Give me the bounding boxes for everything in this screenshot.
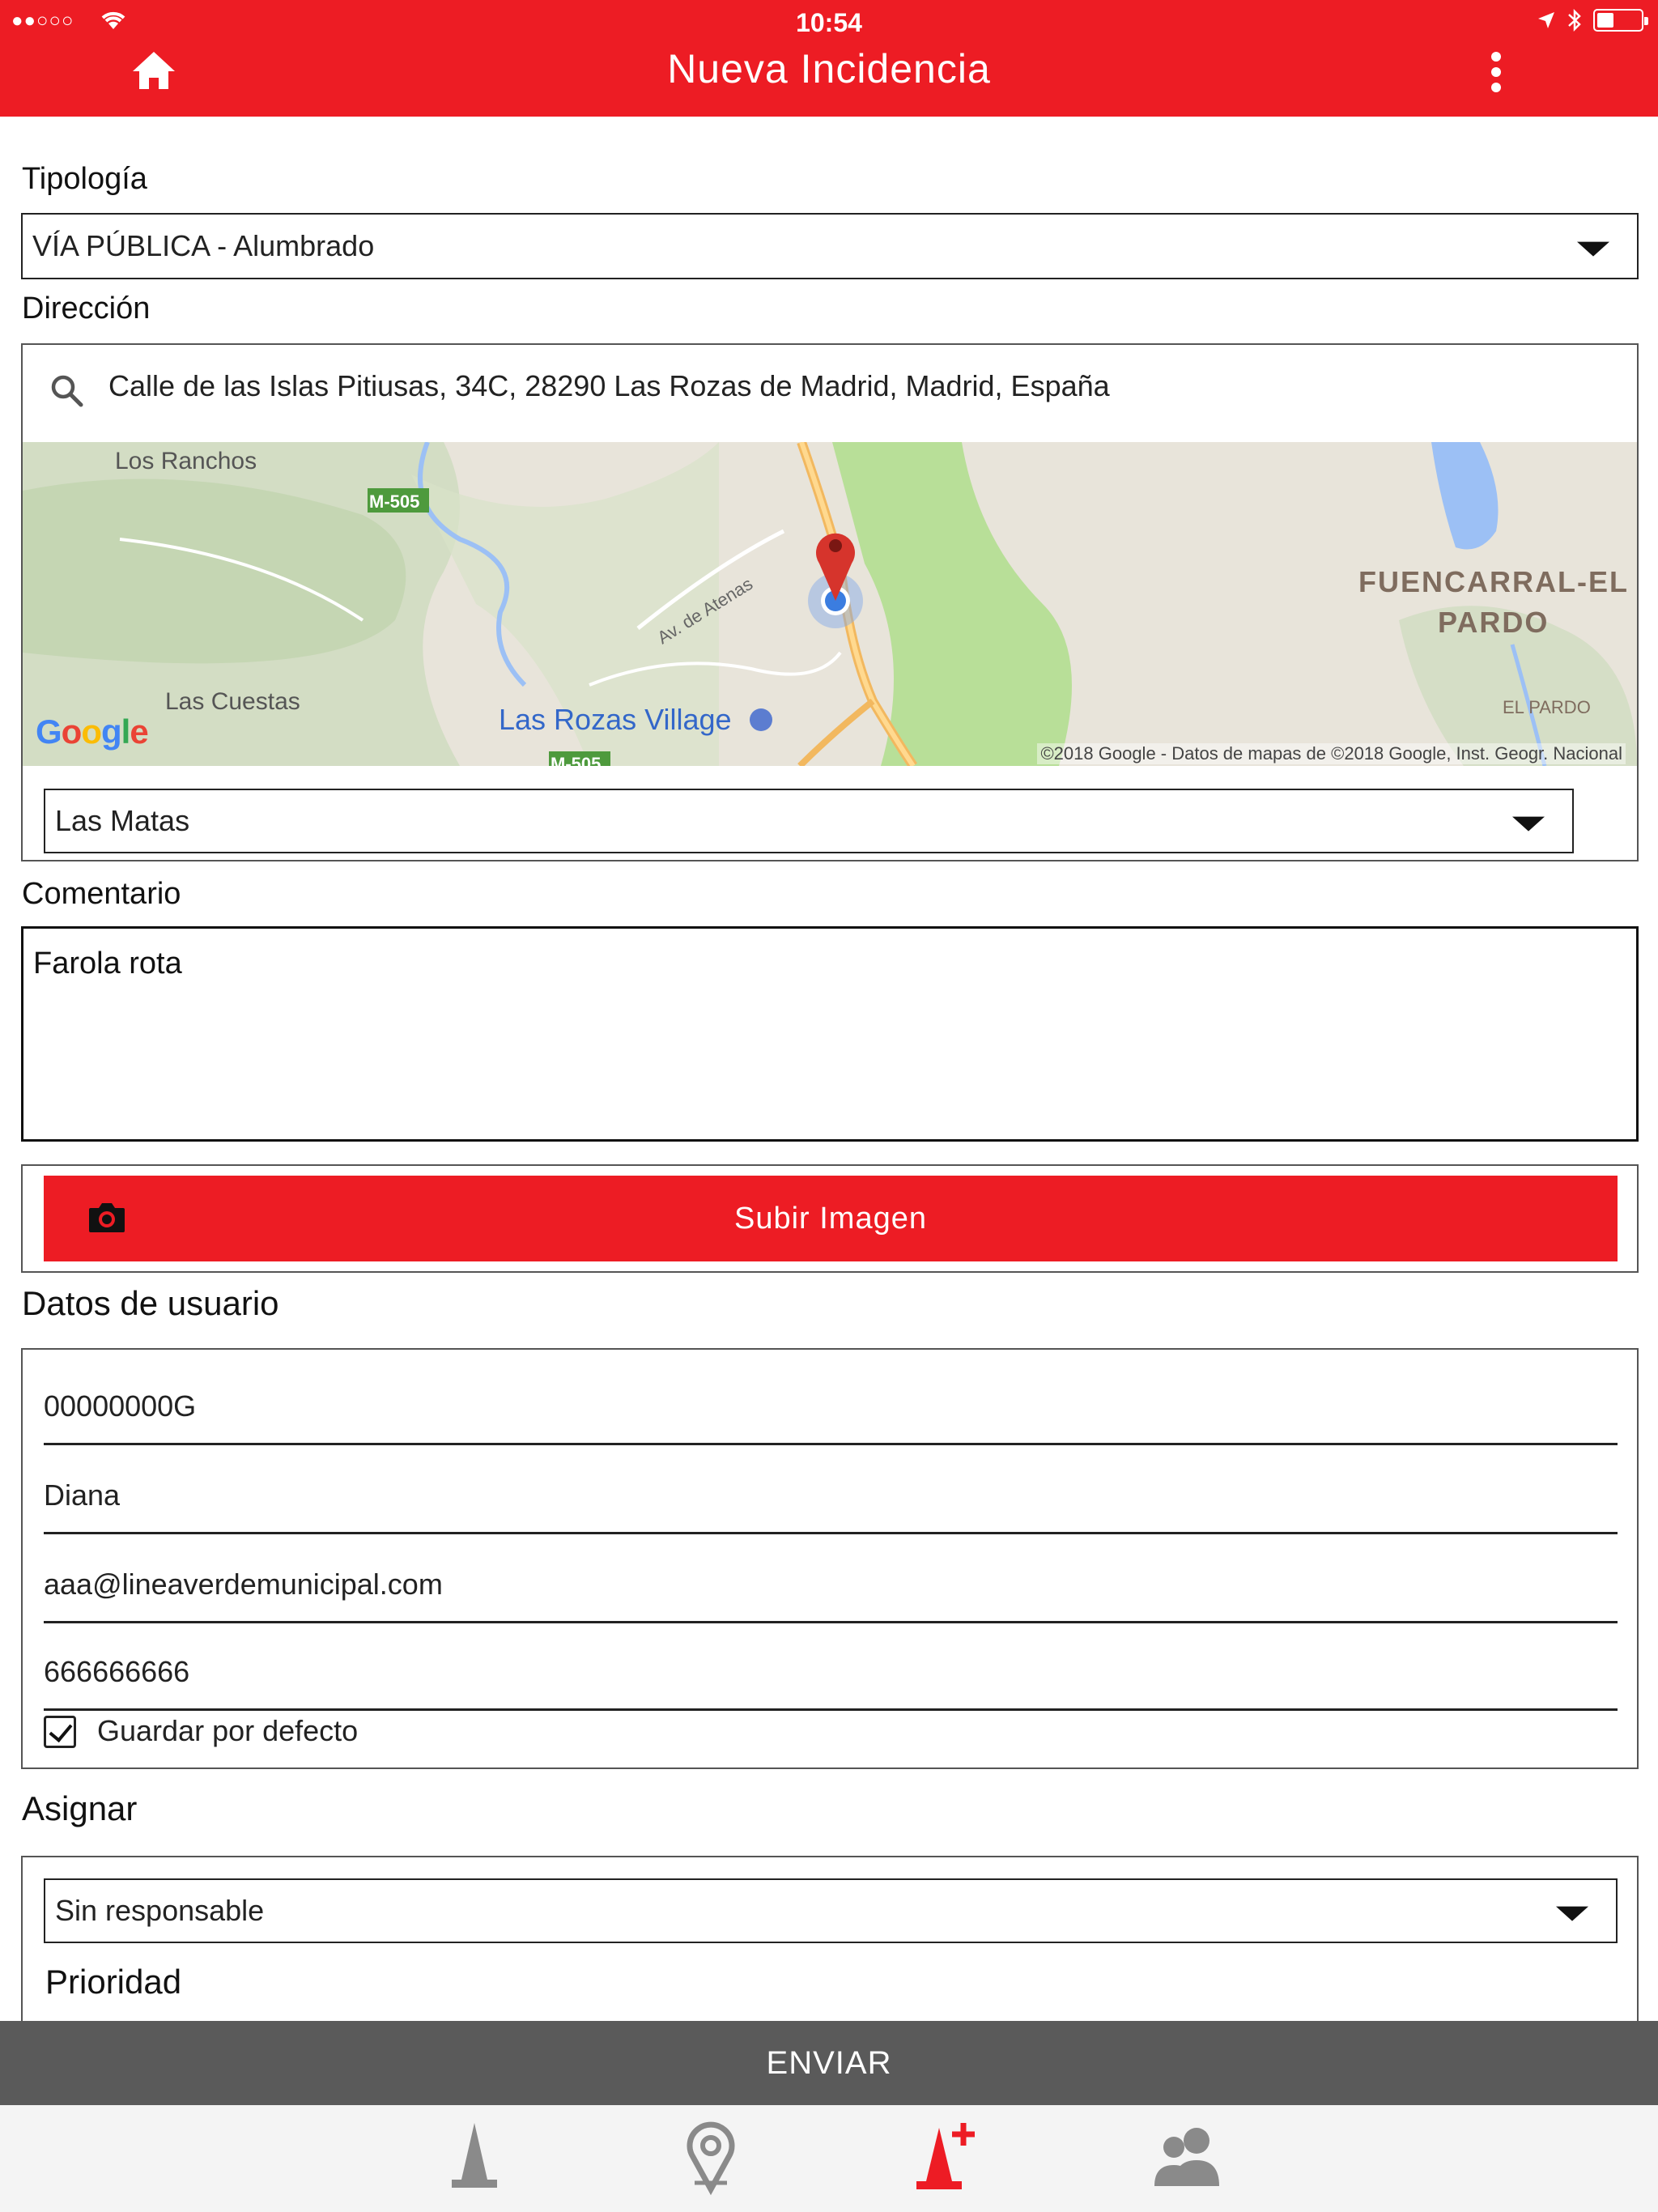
chevron-down-icon [1556, 1906, 1588, 1921]
zona-value: Las Matas [55, 804, 190, 837]
email-value: aaa@lineaverdemunicipal.com [44, 1568, 443, 1601]
upload-section: Subir Imagen [21, 1164, 1639, 1273]
send-button[interactable]: ENVIAR [0, 2021, 1658, 2105]
phone-field[interactable]: 666666666 [44, 1622, 1618, 1711]
asignar-select[interactable]: Sin responsable [44, 1878, 1618, 1943]
tab-new-incident[interactable] [907, 2116, 988, 2197]
tab-users[interactable] [1146, 2116, 1227, 2197]
status-bar: ●●○○○ 10:54 [0, 0, 1658, 44]
tipologia-select[interactable]: VÍA PÚBLICA - Alumbrado [21, 213, 1639, 279]
add-incident-icon [916, 2123, 975, 2189]
prioridad-label: Prioridad [45, 1963, 182, 2001]
map-district-label: FUENCARRAL-EL [1358, 565, 1629, 598]
comentario-value: Farola rota [33, 946, 182, 981]
location-map[interactable]: Los Ranchos M-505 Las Cuestas Av. de Ate… [23, 442, 1637, 766]
upload-image-label: Subir Imagen [733, 1202, 927, 1236]
cone-icon [452, 2123, 497, 2188]
bluetooth-icon [1568, 8, 1581, 32]
dni-field[interactable]: 00000000G [44, 1356, 1618, 1445]
upload-image-button[interactable]: Subir Imagen [44, 1176, 1618, 1261]
name-value: Diana [44, 1478, 121, 1512]
location-arrow-icon [1538, 12, 1554, 28]
shopping-icon [750, 708, 772, 731]
zona-select[interactable]: Las Matas [44, 789, 1574, 853]
map-road-label: M-505 [551, 754, 601, 766]
map-place-label: Las Rozas Village [499, 703, 732, 736]
battery-icon [1593, 9, 1648, 32]
tipologia-label: Tipología [22, 162, 147, 196]
users-icon [1154, 2128, 1219, 2186]
comentario-label: Comentario [22, 877, 181, 911]
name-field[interactable]: Diana [44, 1445, 1618, 1534]
more-vertical-icon [1491, 52, 1501, 62]
tipologia-value: VÍA PÚBLICA - Alumbrado [32, 229, 375, 262]
chevron-down-icon [1512, 816, 1545, 832]
chevron-down-icon [1577, 241, 1609, 257]
address-value: Calle de las Islas Pitiusas, 34C, 28290 … [108, 369, 1110, 402]
status-right [1537, 8, 1648, 32]
datos-usuario-label: Datos de usuario [22, 1284, 279, 1322]
map-road-label: M-505 [369, 491, 419, 512]
map-attribution[interactable]: ©2018 Google - Datos de mapas de ©2018 G… [1037, 743, 1626, 764]
save-default-label: Guardar por defecto [97, 1714, 359, 1747]
status-time: 10:54 [796, 8, 862, 37]
comentario-textarea[interactable]: Farola rota [21, 926, 1639, 1142]
dni-value: 00000000G [44, 1389, 197, 1423]
map-label: EL PARDO [1503, 697, 1591, 717]
tab-incidents[interactable] [434, 2116, 515, 2197]
asignar-label: Asignar [22, 1789, 138, 1827]
page-title: Nueva Incidencia [667, 46, 991, 91]
direccion-box: Calle de las Islas Pitiusas, 34C, 28290 … [21, 343, 1639, 861]
email-field[interactable]: aaa@lineaverdemunicipal.com [44, 1534, 1618, 1623]
user-data-box: 00000000G Diana aaa@lineaverdemunicipal.… [21, 1348, 1639, 1769]
map-label: Las Cuestas [165, 688, 300, 715]
search-icon [51, 375, 83, 407]
google-logo: Google [36, 713, 149, 751]
save-default-checkbox[interactable] [44, 1716, 76, 1748]
app-header: ●●○○○ 10:54 Nueva Incidencia [0, 0, 1658, 117]
address-search-field[interactable]: Calle de las Islas Pitiusas, 34C, 28290 … [23, 345, 1637, 442]
phone-value: 666666666 [44, 1655, 190, 1688]
map-district-label: PARDO [1438, 606, 1549, 639]
map-label: Los Ranchos [115, 448, 257, 474]
more-menu-button[interactable] [1491, 50, 1501, 94]
direccion-label: Dirección [22, 291, 151, 325]
asignar-value: Sin responsable [55, 1894, 265, 1927]
location-pin-icon [687, 2121, 735, 2196]
tab-bar [0, 2105, 1658, 2212]
tab-map[interactable] [670, 2116, 751, 2197]
